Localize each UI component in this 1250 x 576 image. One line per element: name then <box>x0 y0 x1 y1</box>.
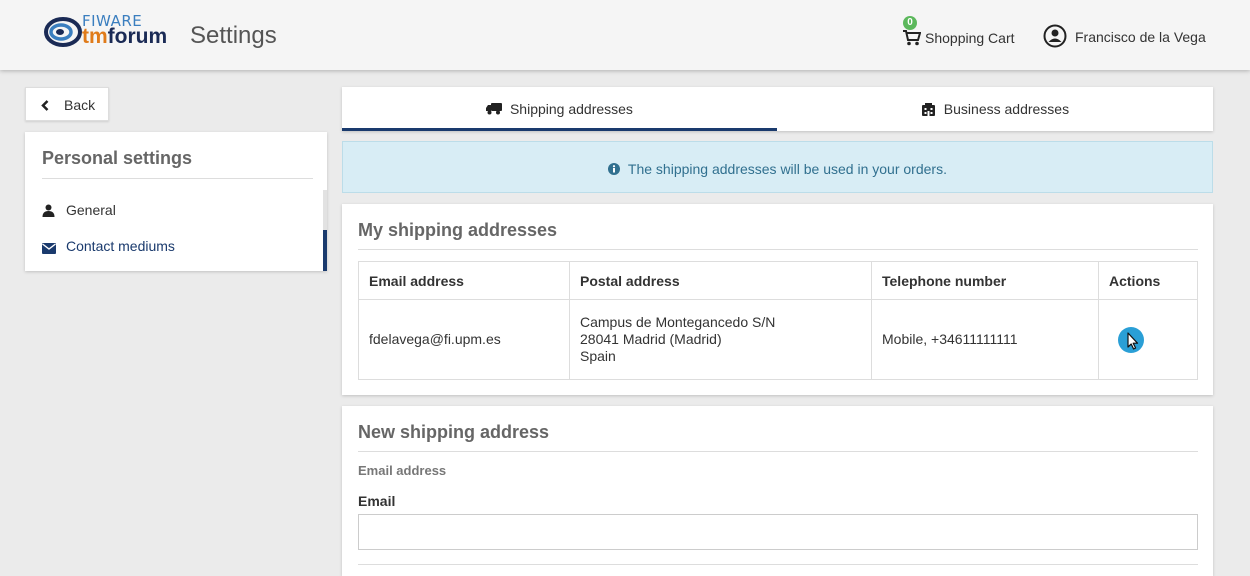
tab-shipping-addresses[interactable]: Shipping addresses <box>342 87 777 131</box>
sidebar-item-label: General <box>66 202 116 218</box>
truck-icon <box>486 103 503 115</box>
page-title: Settings <box>190 22 277 49</box>
new-shipping-address-panel: New shipping address Email address Email <box>342 406 1213 576</box>
top-navbar: FIWARE tmforum Settings 0 Shopping Cart … <box>0 0 1250 70</box>
fiware-tmforum-logo[interactable]: FIWARE tmforum <box>44 12 194 53</box>
column-header-email: Email address <box>358 261 570 300</box>
column-header-postal: Postal address <box>569 261 872 300</box>
tab-business-addresses[interactable]: Business addresses <box>778 87 1213 131</box>
edit-address-button[interactable] <box>1118 326 1144 353</box>
column-header-actions: Actions <box>1098 261 1198 300</box>
tab-label: Business addresses <box>943 101 1070 118</box>
postal-line: Spain <box>580 348 616 364</box>
cart-label: Shopping Cart <box>925 30 1015 46</box>
divider <box>358 564 1198 565</box>
envelope-icon <box>42 243 56 254</box>
info-alert: The shipping addresses will be used in y… <box>342 141 1213 193</box>
addresses-table: Email address Postal address Telephone n… <box>358 261 1198 380</box>
sidebar-scrollbar[interactable] <box>323 190 327 230</box>
table-header-row: Email address Postal address Telephone n… <box>358 261 1198 300</box>
divider <box>42 178 313 179</box>
shopping-cart-icon <box>903 30 921 46</box>
info-circle-icon <box>608 163 621 176</box>
email-field[interactable] <box>358 514 1198 550</box>
user-circle-icon <box>1043 24 1067 48</box>
back-button[interactable]: Back <box>25 87 109 121</box>
sidebar-item-contact-mediums[interactable]: Contact mediums <box>25 230 323 266</box>
cart-count-badge: 0 <box>903 16 917 30</box>
address-tabs: Shipping addresses Business addresses <box>342 87 1213 131</box>
my-shipping-addresses-title: My shipping addresses <box>358 220 558 240</box>
back-label: Back <box>64 97 96 113</box>
cell-telephone: Mobile, +34611111111 <box>871 299 1099 380</box>
email-field-label: Email <box>358 493 396 509</box>
tab-label: Shipping addresses <box>509 101 633 118</box>
sidebar-item-label: Contact mediums <box>66 238 175 254</box>
user-menu[interactable]: Francisco de la Vega <box>1043 24 1223 48</box>
user-icon <box>42 204 55 217</box>
cell-actions <box>1098 299 1198 380</box>
table-row: fdelavega@fi.upm.es Campus de Montegance… <box>358 299 1198 380</box>
divider <box>358 451 1198 452</box>
shopping-cart-button[interactable]: 0 Shopping Cart <box>901 14 1023 54</box>
mouse-cursor-icon <box>1127 331 1139 350</box>
logo-tmforum-text: tmforum <box>82 25 168 48</box>
divider <box>358 249 1198 250</box>
new-shipping-address-title: New shipping address <box>358 422 550 442</box>
sidebar-item-general[interactable]: General <box>25 194 323 230</box>
active-item-indicator <box>323 230 327 271</box>
building-icon <box>921 102 935 116</box>
active-tab-indicator <box>342 128 777 131</box>
cell-postal-address: Campus de Montegancedo S/N 28041 Madrid … <box>569 299 872 380</box>
user-name: Francisco de la Vega <box>1075 29 1206 45</box>
personal-settings-title: Personal settings <box>42 148 193 168</box>
cell-email: fdelavega@fi.upm.es <box>358 299 570 380</box>
my-shipping-addresses-panel: My shipping addresses Email address Post… <box>342 204 1213 395</box>
logo-swirl-icon <box>44 17 82 47</box>
postal-line: 28041 Madrid (Madrid) <box>580 331 722 347</box>
chevron-left-icon <box>41 100 49 111</box>
info-message: The shipping addresses will be used in y… <box>627 161 947 178</box>
postal-line: Campus de Montegancedo S/N <box>580 314 776 330</box>
email-section-label: Email address <box>358 463 447 478</box>
column-header-telephone: Telephone number <box>871 261 1099 300</box>
